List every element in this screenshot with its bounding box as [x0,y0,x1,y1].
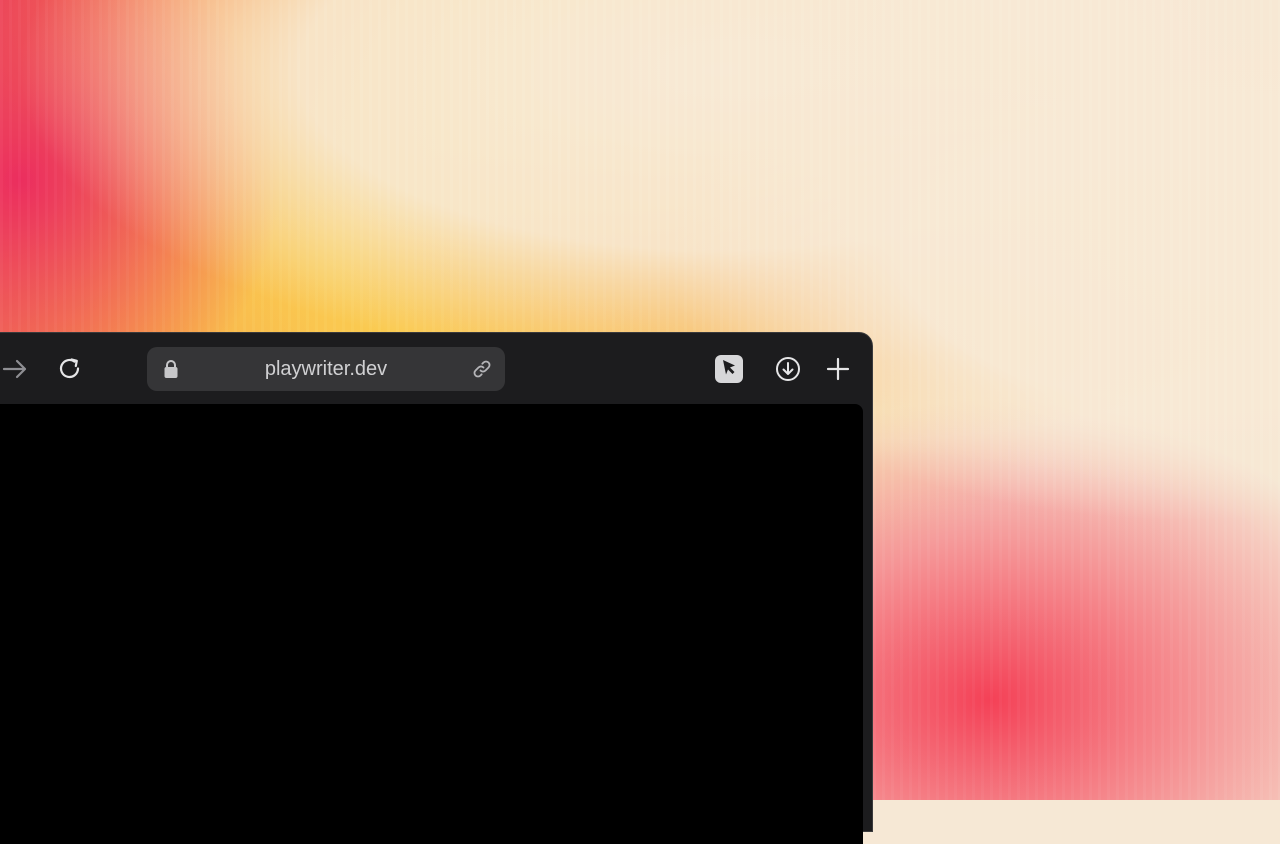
cursor-arrow-icon [719,357,739,382]
plus-icon [825,356,851,382]
extension-button[interactable] [715,355,743,383]
address-bar[interactable]: playwriter.dev [147,347,505,391]
reload-button[interactable] [54,353,86,385]
browser-toolbar: playwriter.dev [0,333,872,405]
reload-icon [57,356,83,382]
link-icon[interactable] [471,358,493,386]
downloads-button[interactable] [772,353,804,385]
new-tab-button[interactable] [822,353,854,385]
url-text: playwriter.dev [264,357,388,380]
download-circle-icon [774,355,802,383]
page-content-area[interactable] [0,404,863,844]
arrow-right-icon [2,359,28,379]
lock-icon [161,359,181,385]
forward-button[interactable] [0,353,31,385]
browser-window: playwriter.dev [0,332,873,844]
